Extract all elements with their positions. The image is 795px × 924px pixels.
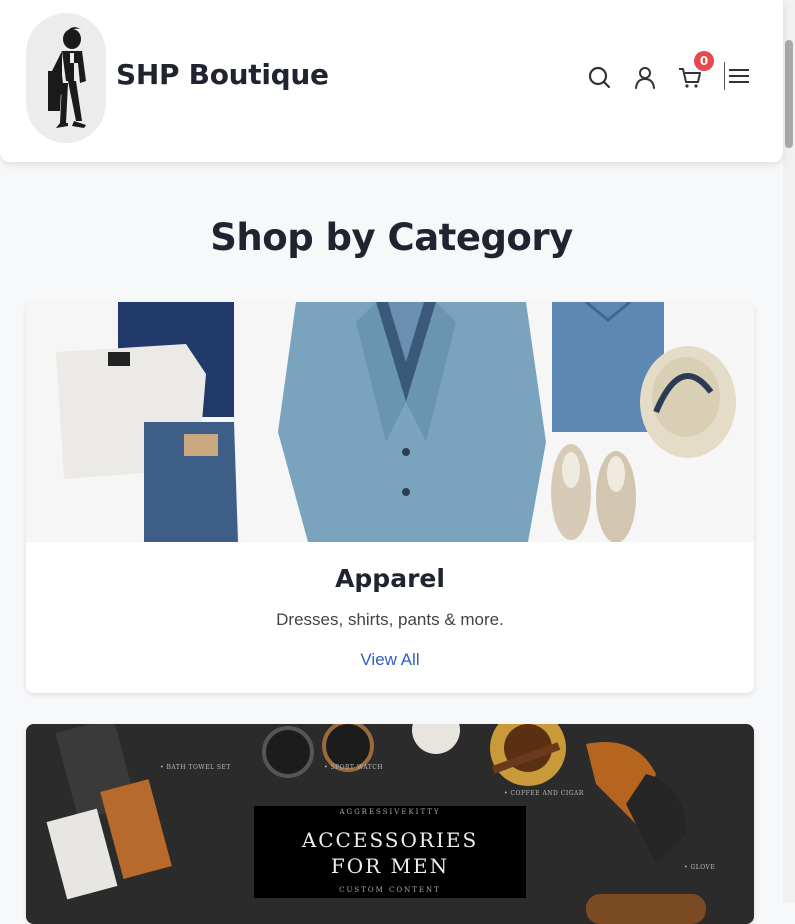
view-all-link[interactable]: View All xyxy=(26,650,754,670)
banner-subtitle: CUSTOM CONTENT xyxy=(339,886,441,894)
category-card-accessories[interactable]: AGGRESSIVEKITTY ACCESSORIES FOR MEN CUST… xyxy=(26,724,754,924)
apparel-image[interactable] xyxy=(26,302,754,542)
label-glove: • GLOVE xyxy=(684,864,716,871)
search-icon[interactable] xyxy=(586,64,612,90)
banner-title-line1: ACCESSORIES xyxy=(301,828,479,852)
scrollbar-thumb[interactable] xyxy=(785,40,793,148)
label-bath-towel: • BATH TOWEL SET xyxy=(160,764,231,771)
accessories-banner-image[interactable] xyxy=(26,724,754,924)
brand-logo[interactable] xyxy=(26,13,106,143)
label-coffee-cigar: • COFFEE AND CIGAR xyxy=(504,790,584,797)
category-card-apparel[interactable]: Apparel Dresses, shirts, pants & more. V… xyxy=(26,302,754,693)
site-header: SHP Boutique 0 xyxy=(0,0,783,162)
cart-count-badge: 0 xyxy=(694,51,714,71)
banner-brand: AGGRESSIVEKITTY xyxy=(339,808,441,816)
category-description: Dresses, shirts, pants & more. xyxy=(276,610,504,629)
scrollbar[interactable] xyxy=(783,0,795,903)
menu-icon[interactable] xyxy=(727,64,753,90)
banner-title-line2: FOR MEN xyxy=(330,854,450,878)
category-title: Apparel xyxy=(335,564,445,593)
header-divider xyxy=(724,62,725,90)
label-sport-watch: • SPORT WATCH xyxy=(324,764,384,771)
user-icon[interactable] xyxy=(632,64,658,90)
brand-name[interactable]: SHP Boutique xyxy=(116,58,329,91)
section-title: Shop by Category xyxy=(210,216,573,259)
